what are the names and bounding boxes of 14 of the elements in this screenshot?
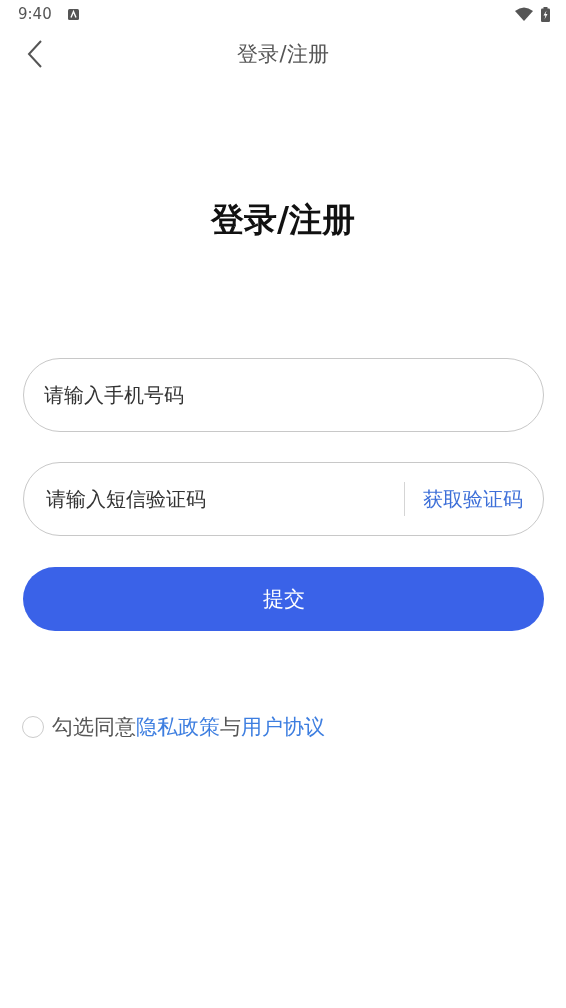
notification-icon xyxy=(67,8,79,20)
code-input-field[interactable]: 请输入短信验证码 xyxy=(44,486,386,512)
agreement-text: 勾选同意隐私政策与用户协议 xyxy=(52,714,325,741)
status-time: 9:40 xyxy=(18,5,52,23)
back-icon[interactable] xyxy=(27,40,43,68)
battery-icon xyxy=(541,6,550,22)
submit-button[interactable]: 提交 xyxy=(23,567,544,631)
phone-input-field[interactable]: 请输入手机号码 xyxy=(23,358,544,432)
wifi-icon xyxy=(515,7,533,21)
get-code-button[interactable]: 获取验证码 xyxy=(423,485,523,513)
policy-link[interactable]: 用户协议 xyxy=(241,715,325,739)
policy-link[interactable]: 隐私政策 xyxy=(136,715,220,739)
page-heading: 登录/注册 xyxy=(209,199,357,241)
header-title: 登录/注册 xyxy=(237,41,329,68)
